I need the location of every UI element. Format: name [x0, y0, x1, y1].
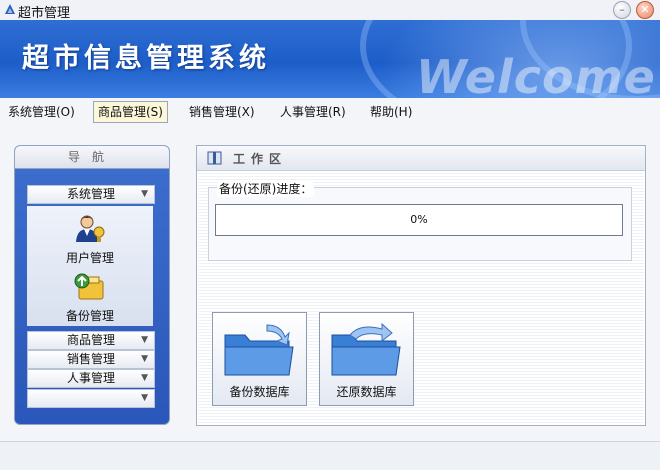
app-icon — [5, 4, 15, 14]
backup-database-label: 备份数据库 — [229, 385, 290, 399]
backup-manage-tool[interactable]: 备份管理 — [27, 272, 153, 324]
chevron-down-icon: ▼ — [141, 189, 148, 199]
chevron-down-icon: ▼ — [141, 335, 148, 345]
welcome-text: Welcome — [416, 50, 656, 98]
menu-system[interactable]: 系统管理(O) — [4, 103, 79, 121]
work-header: 工作区 — [197, 146, 645, 171]
menu-help[interactable]: 帮助(H) — [366, 103, 416, 121]
backup-manage-icon — [74, 273, 104, 300]
app-heading: 超市信息管理系统 — [22, 43, 270, 74]
work-title: 工作区 — [233, 152, 288, 166]
minimize-button[interactable]: – — [613, 1, 631, 19]
user-manage-tool[interactable]: 用户管理 — [27, 214, 153, 266]
nav-group-sales[interactable]: 销售管理 ▼ — [27, 350, 155, 369]
backup-database-button[interactable]: 备份数据库 — [212, 312, 307, 406]
nav-header: 导航 — [15, 146, 169, 169]
menu-personnel[interactable]: 人事管理(R) — [276, 103, 350, 121]
nav-group-personnel[interactable]: 人事管理 ▼ — [27, 369, 155, 388]
progress-text: 0% — [410, 213, 428, 226]
chevron-down-icon: ▼ — [141, 354, 148, 364]
work-area: 备份(还原)进度： 0% 备份数据库 还原数据库 — [198, 171, 644, 424]
restore-database-button[interactable]: 还原数据库 — [319, 312, 414, 406]
restore-folder-icon — [331, 322, 401, 376]
nav-group-label: 销售管理 — [66, 352, 115, 366]
title-bar: 超市管理 – ✕ — [0, 0, 660, 21]
progress-bar: 0% — [215, 204, 623, 236]
user-manage-icon — [76, 215, 105, 242]
book-icon — [207, 151, 222, 165]
status-bar — [0, 441, 660, 470]
menu-bar: 系统管理(O) 商品管理(S) 销售管理(X) 人事管理(R) 帮助(H) — [0, 98, 660, 126]
close-button[interactable]: ✕ — [636, 1, 654, 19]
window-title: 超市管理 — [18, 6, 71, 21]
nav-group-label: 商品管理 — [66, 333, 115, 347]
chevron-down-icon: ▼ — [141, 373, 148, 383]
nav-group-goods[interactable]: 商品管理 ▼ — [27, 331, 155, 350]
restore-database-label: 还原数据库 — [336, 385, 397, 399]
nav-group-empty[interactable]: ▼ — [27, 389, 155, 408]
user-manage-label: 用户管理 — [65, 251, 114, 265]
header-banner: 超市信息管理系统 Welcome — [0, 20, 660, 98]
chevron-down-icon: ▼ — [141, 393, 148, 403]
menu-sales[interactable]: 销售管理(X) — [185, 103, 259, 121]
backup-folder-icon — [224, 324, 294, 376]
nav-group-label: 系统管理 — [66, 187, 115, 201]
progress-label: 备份(还原)进度： — [217, 180, 315, 197]
nav-tool-area: 用户管理 备份管理 — [27, 206, 153, 326]
backup-manage-label: 备份管理 — [65, 309, 114, 323]
nav-panel: 导航 系统管理 ▼ 用户管理 备份管理 商品管理 ▼ 销售管理 ▼ 人事管理 ▼… — [14, 145, 170, 425]
work-panel: 工作区 备份(还原)进度： 0% 备份数据库 还原数据库 — [196, 145, 646, 426]
nav-group-system[interactable]: 系统管理 ▼ — [27, 185, 155, 204]
nav-group-label: 人事管理 — [66, 371, 115, 385]
progress-group: 备份(还原)进度： 0% — [208, 180, 632, 261]
menu-goods[interactable]: 商品管理(S) — [93, 101, 168, 123]
